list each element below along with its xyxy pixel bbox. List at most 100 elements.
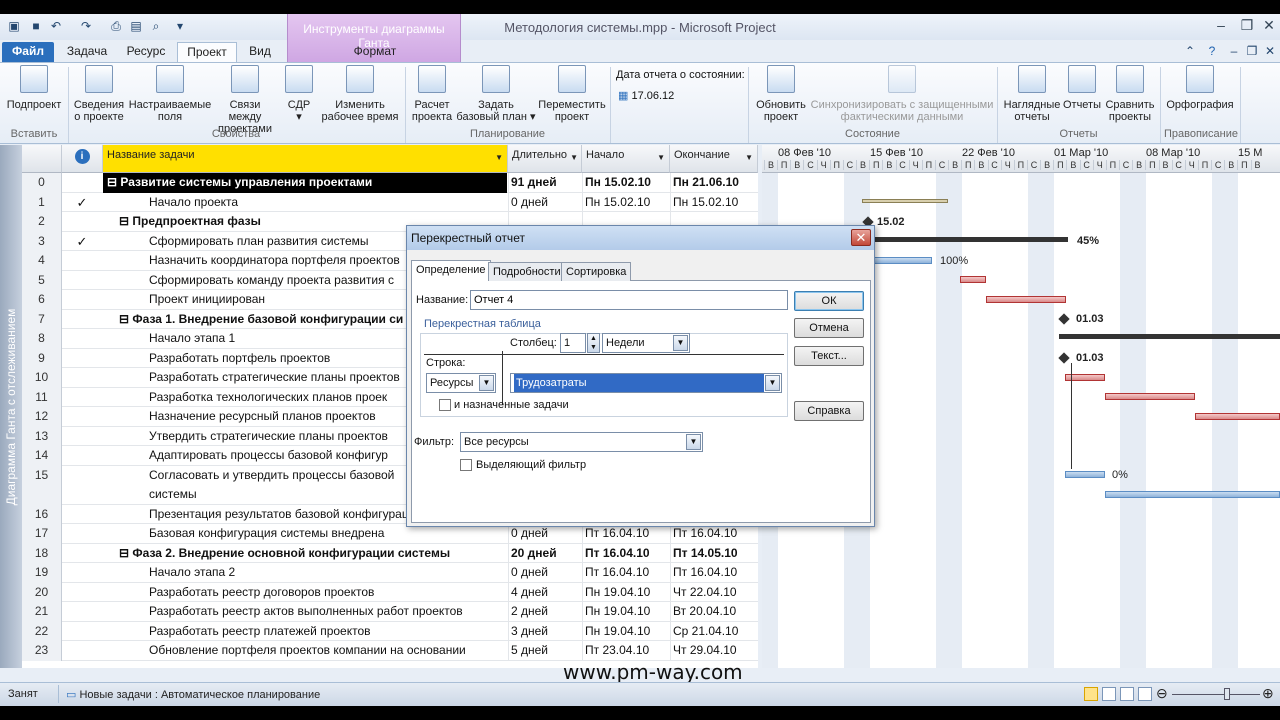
new-tasks-mode[interactable]: ▭ Новые задачи : Автоматическое планиров… — [66, 688, 320, 701]
start-cell[interactable]: Пт 23.04.10 — [582, 641, 670, 661]
tab-definition[interactable]: Определение — [411, 260, 491, 281]
duration-cell[interactable]: 91 дней — [508, 173, 582, 193]
row-id[interactable]: 21 — [22, 602, 62, 622]
row-id[interactable]: 7 — [22, 309, 62, 329]
wbs-button[interactable]: СДР ▾ — [282, 65, 316, 123]
row-id[interactable]: 23 — [22, 641, 62, 661]
set-baseline-button[interactable]: Задать базовый план ▾ — [456, 65, 536, 123]
row-id[interactable]: 15 — [22, 465, 62, 505]
tab-format[interactable]: Формат — [340, 42, 410, 62]
filter-select[interactable]: Все ресурсы ▼ — [460, 432, 703, 452]
calculate-project-button[interactable]: Расчет проекта — [408, 65, 456, 123]
task-name[interactable]: Начало этапа 2 — [103, 563, 507, 583]
task-name[interactable]: Разработать реестр платежей проектов — [103, 622, 507, 642]
subproject-button[interactable]: Подпроект — [4, 65, 64, 111]
row-id[interactable]: 13 — [22, 426, 62, 446]
row-id[interactable]: 1 — [22, 192, 62, 212]
row-id[interactable]: 14 — [22, 446, 62, 466]
cancel-button[interactable]: Отмена — [794, 318, 864, 338]
row-id[interactable]: 17 — [22, 524, 62, 544]
start-cell[interactable]: Пн 19.04.10 — [582, 602, 670, 622]
zoom-in-icon[interactable]: ⊕ — [1262, 685, 1274, 702]
view-bar[interactable]: Диаграмма Ганта с отслеживанием — [0, 145, 22, 668]
duration-cell[interactable]: 2 дней — [508, 602, 582, 622]
finish-cell[interactable]: Пт 16.04.10 — [670, 563, 758, 583]
links-between-projects-button[interactable]: Связи между проектами — [212, 65, 278, 135]
start-cell[interactable]: Пн 19.04.10 — [582, 621, 670, 641]
table-row[interactable]: 21 Разработать реестр актов выполненных р… — [22, 602, 758, 622]
finish-cell[interactable]: Пн 15.02.10 — [670, 192, 758, 212]
row-id[interactable]: 16 — [22, 504, 62, 524]
chevron-down-icon[interactable]: ▼ — [686, 434, 701, 450]
duration-cell[interactable]: 4 дней — [508, 582, 582, 602]
ribbon-minimize-icon[interactable]: ⌃ — [1182, 43, 1198, 59]
finish-cell[interactable]: Чт 22.04.10 — [670, 582, 758, 602]
custom-fields-button[interactable]: Настраиваемые поля — [128, 65, 212, 123]
gantt-view-icon[interactable] — [1084, 687, 1098, 701]
finish-cell[interactable]: Пн 21.06.10 — [670, 173, 758, 193]
duration-cell[interactable]: 5 дней — [508, 641, 582, 661]
duration-cell[interactable]: 0 дней — [508, 192, 582, 212]
task-bar-15[interactable] — [1105, 491, 1280, 498]
zoom-slider-handle[interactable] — [1224, 688, 1230, 700]
tab-details[interactable]: Подробности — [488, 262, 566, 281]
minimize-icon[interactable]: – — [1210, 16, 1232, 34]
change-working-time-button[interactable]: Изменить рабочее время — [318, 65, 402, 123]
select-all-corner[interactable] — [22, 145, 62, 173]
column-count-spinner[interactable]: ▲ ▼ — [587, 333, 600, 353]
duration-cell[interactable]: 3 дней — [508, 621, 582, 641]
finish-cell[interactable]: Пт 14.05.10 — [670, 543, 758, 563]
start-cell[interactable]: Пн 19.04.10 — [582, 582, 670, 602]
reports-button[interactable]: Отчеты — [1062, 65, 1102, 111]
dialog-close-icon[interactable]: ✕ — [851, 229, 871, 246]
doc-restore-icon[interactable]: ❐ — [1244, 43, 1260, 59]
row-id[interactable]: 11 — [22, 387, 62, 407]
zoom-slider[interactable] — [1172, 694, 1260, 695]
row-id[interactable]: 10 — [22, 368, 62, 388]
row-id[interactable]: 9 — [22, 348, 62, 368]
tab-file[interactable]: Файл — [2, 42, 54, 62]
column-unit-select[interactable]: Недели ▼ — [602, 333, 690, 353]
doc-close-icon[interactable]: ✕ — [1262, 43, 1278, 59]
header-finish[interactable]: Окончание ▼ — [670, 145, 758, 173]
spelling-button[interactable]: Орфография — [1162, 65, 1238, 111]
duration-cell[interactable]: 20 дней — [508, 543, 582, 563]
task-bar-4[interactable] — [960, 276, 986, 283]
row-select[interactable]: Ресурсы ▼ — [426, 373, 496, 393]
table-row[interactable]: 22 Разработать реестр платежей проектов 3 … — [22, 621, 758, 642]
table-row[interactable]: 23 Обновление портфеля проектов компании … — [22, 641, 758, 661]
chevron-down-icon[interactable]: ▼ — [673, 335, 688, 351]
table-row[interactable]: 18 ⊟ Фаза 2. Внедрение основной конфигура… — [22, 543, 758, 563]
start-cell[interactable]: Пт 16.04.10 — [582, 563, 670, 583]
row-id[interactable]: 4 — [22, 251, 62, 271]
project-info-button[interactable]: Сведения о проекте — [70, 65, 128, 123]
chevron-down-icon[interactable]: ▼ — [479, 375, 494, 391]
project-summary-bar[interactable] — [862, 199, 948, 203]
doc-minimize-icon[interactable]: – — [1226, 43, 1242, 59]
milestone-initiated[interactable] — [1058, 313, 1070, 325]
task-name[interactable]: Разработать реестр договоров проектов — [103, 583, 507, 603]
sync-protected-actuals-button[interactable]: Синхронизировать с защищенными фактически… — [810, 65, 994, 123]
visual-reports-button[interactable]: Наглядные отчеты — [1000, 65, 1064, 123]
indicators-header[interactable]: i — [62, 145, 103, 173]
summary-bar-preproject[interactable] — [870, 237, 1068, 242]
help-button[interactable]: Справка — [794, 401, 864, 421]
field-select[interactable]: Трудозатраты ▼ — [510, 373, 782, 393]
finish-cell[interactable]: Вт 20.04.10 — [670, 602, 758, 622]
table-row[interactable]: 20 Разработать реестр договоров проектов 4… — [22, 582, 758, 603]
tab-task[interactable]: Задача — [62, 42, 112, 62]
row-id[interactable]: 6 — [22, 290, 62, 310]
tab-resource[interactable]: Ресурс — [120, 42, 172, 62]
table-row[interactable]: 1 ✓ Начало проекта 0 дней Пн 15.02.10 Пн 15.0… — [22, 192, 758, 212]
task-name[interactable]: ⊟ Развитие системы управления проектами — [103, 173, 507, 193]
zoom-out-icon[interactable]: ⊖ — [1156, 685, 1168, 702]
start-cell[interactable]: Пн 15.02.10 — [582, 173, 670, 193]
task-usage-icon[interactable] — [1102, 687, 1116, 701]
tab-project[interactable]: Проект — [177, 42, 237, 62]
close-icon[interactable]: ✕ — [1258, 16, 1280, 34]
row-id[interactable]: 22 — [22, 621, 62, 641]
task-name[interactable]: Разработать реестр актов выполненных раб… — [103, 602, 507, 622]
start-cell[interactable]: Пт 16.04.10 — [582, 543, 670, 563]
row-id[interactable]: 2 — [22, 212, 62, 232]
duration-cell[interactable]: 0 дней — [508, 563, 582, 583]
